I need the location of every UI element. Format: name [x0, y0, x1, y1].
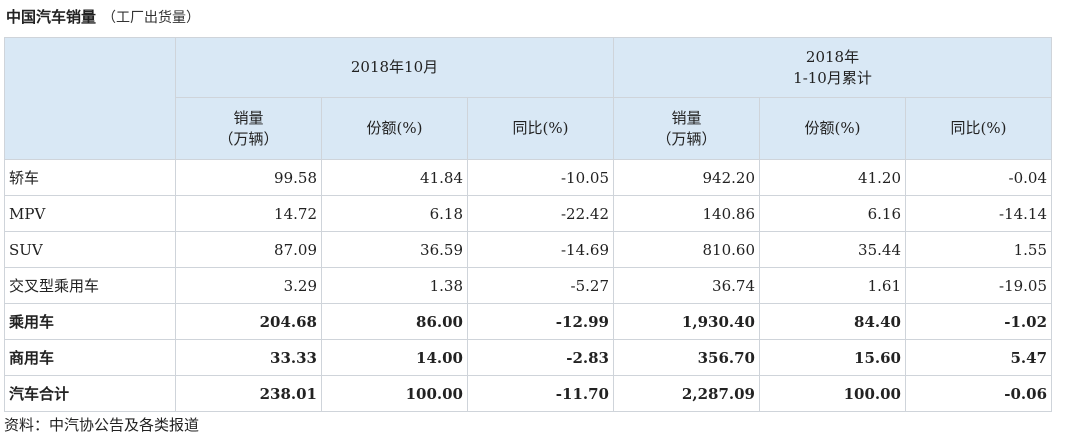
cell-month-yoy: -22.42 — [467, 195, 614, 232]
table-body: 轿车 99.58 41.84 -10.05 942.20 41.20 -0.04… — [4, 159, 1053, 412]
table-row-subtotal: 商用车 33.33 14.00 -2.83 356.70 15.60 5.47 — [4, 339, 1053, 376]
cell-month-sales: 204.68 — [175, 303, 322, 340]
table-row-total: 汽车合计 238.01 100.00 -11.70 2,287.09 100.0… — [4, 375, 1053, 412]
cell-month-sales: 87.09 — [175, 231, 322, 268]
header-sales-month: 销量 （万辆） — [175, 97, 322, 160]
cell-cum-sales: 942.20 — [613, 159, 760, 196]
header-yoy-month: 同比(%) — [467, 97, 614, 160]
cell-cum-sales: 36.74 — [613, 267, 760, 304]
cell-cum-sales: 140.86 — [613, 195, 760, 232]
header-group-month: 2018年10月 — [175, 37, 614, 98]
header-sales-line2: （万辆） — [218, 129, 279, 148]
cell-month-yoy: -14.69 — [467, 231, 614, 268]
cell-month-share: 1.38 — [321, 267, 468, 304]
cell-month-share: 41.84 — [321, 159, 468, 196]
cell-cum-yoy: -0.04 — [904, 159, 1053, 196]
cell-cum-share: 100.00 — [759, 375, 906, 412]
row-label: 汽车合计 — [4, 375, 176, 412]
title-main: 中国汽车销量 — [6, 8, 97, 26]
header-group-cumulative-line1: 2018年 — [805, 47, 860, 66]
cell-month-yoy: -10.05 — [467, 159, 614, 196]
title-subtitle: （工厂出货量） — [102, 10, 201, 26]
page: 中国汽车销量 （工厂出货量） 2018年10月 2018年 1-10月累计 销量 （万… — [0, 0, 1069, 448]
cell-cum-yoy: -14.14 — [904, 195, 1053, 232]
cell-cum-yoy: 5.47 — [904, 339, 1053, 376]
cell-month-share: 14.00 — [321, 339, 468, 376]
header-corner — [4, 37, 176, 160]
header-sales-line1: 销量 — [233, 108, 264, 127]
header-sales-line1: 销量 — [671, 108, 702, 127]
header-yoy-label: 同比(%) — [950, 119, 1007, 137]
row-label: 交叉型乘用车 — [4, 267, 176, 304]
cell-month-share: 100.00 — [321, 375, 468, 412]
table-row-subtotal: 乘用车 204.68 86.00 -12.99 1,930.40 84.40 -… — [4, 303, 1053, 340]
cell-cum-share: 41.20 — [759, 159, 906, 196]
cell-month-yoy: -11.70 — [467, 375, 614, 412]
cell-month-sales: 3.29 — [175, 267, 322, 304]
cell-month-sales: 33.33 — [175, 339, 322, 376]
cell-cum-share: 6.16 — [759, 195, 906, 232]
cell-cum-yoy: -0.06 — [904, 375, 1053, 412]
source-note: 资料：中汽协公告及各类报道 — [4, 416, 200, 434]
table-row: MPV 14.72 6.18 -22.42 140.86 6.16 -14.14 — [4, 195, 1053, 232]
row-label: SUV — [4, 231, 176, 268]
row-label: 商用车 — [4, 339, 176, 376]
cell-cum-yoy: -1.02 — [904, 303, 1053, 340]
cell-month-yoy: -5.27 — [467, 267, 614, 304]
cell-month-sales: 99.58 — [175, 159, 322, 196]
row-label: MPV — [4, 195, 176, 232]
row-label: 轿车 — [4, 159, 176, 196]
cell-month-share: 6.18 — [321, 195, 468, 232]
cell-month-sales: 14.72 — [175, 195, 322, 232]
header-yoy-cumulative: 同比(%) — [904, 97, 1053, 160]
cell-month-yoy: -2.83 — [467, 339, 614, 376]
header-share-label: 份额(%) — [366, 119, 423, 137]
header-group-month-label: 2018年10月 — [350, 58, 439, 76]
cell-cum-share: 84.40 — [759, 303, 906, 340]
cell-month-sales: 238.01 — [175, 375, 322, 412]
table-row: 交叉型乘用车 3.29 1.38 -5.27 36.74 1.61 -19.05 — [4, 267, 1053, 304]
header-group-cumulative: 2018年 1-10月累计 — [612, 37, 1053, 98]
header-share-label: 份额(%) — [804, 119, 861, 137]
header-share-month: 份额(%) — [321, 97, 468, 160]
table-row: 轿车 99.58 41.84 -10.05 942.20 41.20 -0.04 — [4, 159, 1053, 196]
cell-cum-share: 35.44 — [759, 231, 906, 268]
cell-cum-share: 15.60 — [759, 339, 906, 376]
table-row: SUV 87.09 36.59 -14.69 810.60 35.44 1.55 — [4, 231, 1053, 268]
cell-cum-sales: 810.60 — [613, 231, 760, 268]
table-title: 中国汽车销量 （工厂出货量） — [6, 6, 200, 27]
header-group-cumulative-line2: 1-10月累计 — [793, 68, 872, 87]
header-sales-cumulative: 销量 （万辆） — [613, 97, 760, 160]
header-yoy-label: 同比(%) — [512, 119, 569, 137]
row-label: 乘用车 — [4, 303, 176, 340]
cell-cum-yoy: -19.05 — [904, 267, 1053, 304]
cell-cum-yoy: 1.55 — [904, 231, 1053, 268]
cell-month-yoy: -12.99 — [467, 303, 614, 340]
cell-cum-share: 1.61 — [759, 267, 906, 304]
cell-cum-sales: 2,287.09 — [613, 375, 760, 412]
cell-month-share: 36.59 — [321, 231, 468, 268]
header-sales-line2: （万辆） — [656, 129, 717, 148]
cell-cum-sales: 356.70 — [613, 339, 760, 376]
sales-table: 2018年10月 2018年 1-10月累计 销量 （万辆） 份额(%) 同比(%)… — [4, 37, 1053, 412]
header-share-cumulative: 份额(%) — [759, 97, 906, 160]
table-header: 2018年10月 2018年 1-10月累计 销量 （万辆） 份额(%) 同比(%)… — [4, 37, 1053, 160]
cell-month-share: 86.00 — [321, 303, 468, 340]
cell-cum-sales: 1,930.40 — [613, 303, 760, 340]
